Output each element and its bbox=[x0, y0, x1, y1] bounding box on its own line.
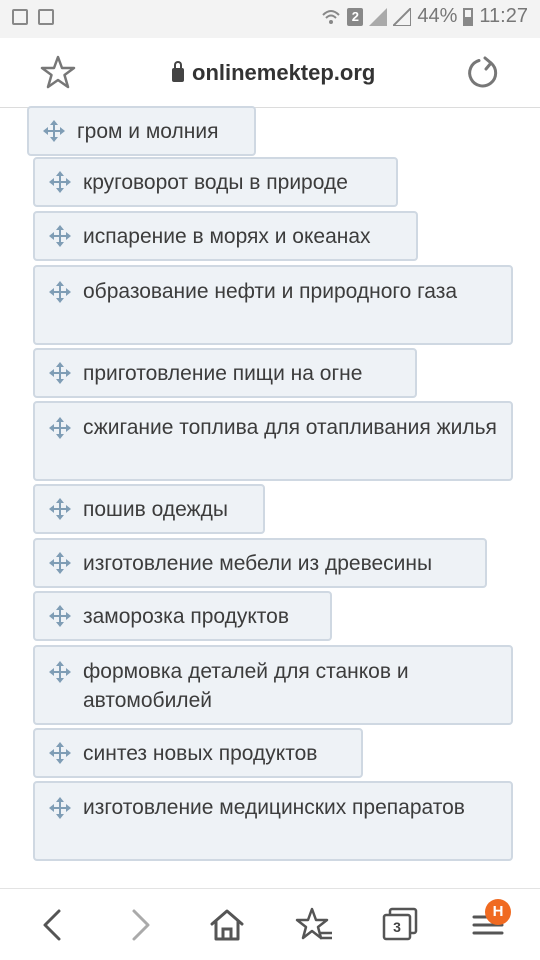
bookmarks-star-icon[interactable] bbox=[294, 905, 334, 945]
browser-address-bar: onlinemektep.org bbox=[0, 38, 540, 108]
forward-arrow-icon[interactable] bbox=[120, 905, 160, 945]
item-label: сжигание топлива для отапливания жилья bbox=[83, 416, 497, 439]
draggable-item[interactable]: испарение в морях и океанах bbox=[33, 211, 418, 261]
url-field[interactable]: onlinemektep.org bbox=[172, 60, 375, 86]
signal-icon bbox=[369, 7, 388, 26]
draggable-item[interactable]: приготовление пищи на огне bbox=[33, 348, 417, 398]
battery-icon bbox=[463, 7, 474, 26]
browser-bottom-bar: 3 bbox=[0, 888, 540, 960]
move-arrows-icon[interactable] bbox=[49, 797, 71, 819]
draggable-item[interactable]: сжигание топлива для отапливания жилья bbox=[33, 401, 513, 481]
item-label: изготовление медицинских препаратов bbox=[83, 796, 465, 819]
draggable-item[interactable]: образование нефти и природного газа bbox=[33, 265, 513, 345]
draggable-item[interactable]: пошив одежды bbox=[33, 484, 265, 534]
tabs-icon[interactable]: 3 bbox=[380, 905, 420, 945]
clock: 11:27 bbox=[479, 5, 528, 27]
move-arrows-icon[interactable] bbox=[49, 225, 71, 247]
status-notifications bbox=[12, 9, 54, 25]
tabs-count: 3 bbox=[393, 919, 401, 935]
status-indicators: 2 44% 11:27 bbox=[321, 5, 528, 28]
recycle-notification-icon bbox=[38, 9, 54, 25]
move-arrows-icon[interactable] bbox=[49, 362, 71, 384]
move-arrows-icon[interactable] bbox=[49, 171, 71, 193]
move-arrows-icon[interactable] bbox=[49, 605, 71, 627]
sim-slot-badge: 2 bbox=[347, 7, 364, 26]
item-label: изготовление мебели из древесины bbox=[83, 551, 433, 575]
move-arrows-icon[interactable] bbox=[49, 742, 71, 764]
bookmark-star-icon[interactable] bbox=[40, 54, 76, 90]
menu-notification-badge: Н bbox=[485, 899, 511, 925]
item-label: круговорот воды в природе bbox=[83, 170, 348, 194]
item-label: синтез новых продуктов bbox=[83, 741, 318, 765]
draggable-item[interactable]: гром и молния bbox=[27, 106, 256, 156]
home-icon[interactable] bbox=[207, 905, 247, 945]
gallery-notification-icon bbox=[12, 9, 28, 25]
item-label: формовка деталей для станков и автомобил… bbox=[83, 660, 409, 712]
move-arrows-icon[interactable] bbox=[49, 281, 71, 303]
move-arrows-icon[interactable] bbox=[43, 120, 65, 142]
item-label: пошив одежды bbox=[83, 497, 228, 521]
url-text: onlinemektep.org bbox=[192, 60, 376, 85]
status-bar: 2 44% 11:27 bbox=[0, 0, 540, 38]
draggable-item[interactable]: формовка деталей для станков и автомобил… bbox=[33, 645, 513, 725]
item-label: гром и молния bbox=[77, 119, 219, 143]
item-label: образование нефти и природного газа bbox=[83, 280, 458, 303]
item-label: приготовление пищи на огне bbox=[83, 361, 363, 385]
draggable-item[interactable]: изготовление мебели из древесины bbox=[33, 538, 487, 588]
draggable-item[interactable]: круговорот воды в природе bbox=[33, 157, 398, 207]
draggable-item[interactable]: изготовление медицинских препаратов bbox=[33, 781, 513, 861]
move-arrows-icon[interactable] bbox=[49, 417, 71, 439]
signal-icon-2 bbox=[393, 7, 412, 26]
draggable-item[interactable]: синтез новых продуктов bbox=[33, 728, 363, 778]
move-arrows-icon[interactable] bbox=[49, 661, 71, 683]
lock-icon bbox=[172, 61, 184, 82]
wifi-icon bbox=[322, 9, 341, 24]
item-label: испарение в морях и океанах bbox=[83, 224, 371, 248]
reload-icon[interactable] bbox=[465, 55, 501, 91]
move-arrows-icon[interactable] bbox=[49, 498, 71, 520]
draggable-item[interactable]: заморозка продуктов bbox=[33, 591, 332, 641]
back-arrow-icon[interactable] bbox=[33, 905, 73, 945]
move-arrows-icon[interactable] bbox=[49, 552, 71, 574]
item-label: заморозка продуктов bbox=[83, 604, 290, 628]
battery-percent: 44% bbox=[417, 5, 458, 27]
